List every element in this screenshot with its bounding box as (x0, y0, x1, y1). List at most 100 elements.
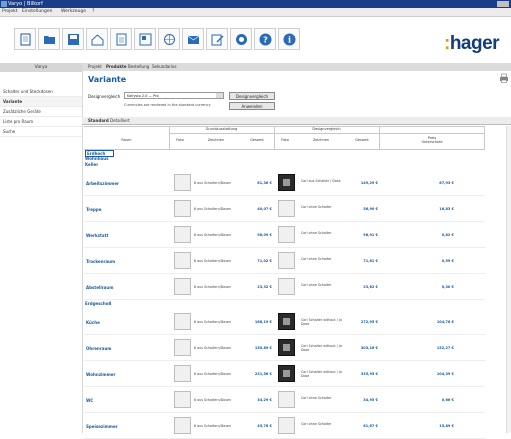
section-title: Erdgeschoß (85, 301, 112, 306)
product-description: 6 aus Schaltern/Dosen (194, 285, 232, 289)
tab-bestellung[interactable]: Bestellung (128, 64, 149, 69)
design-photo[interactable] (278, 365, 295, 382)
svg-text:i: i (288, 35, 291, 45)
product-photo[interactable] (174, 200, 191, 217)
price-difference: 15,89 € (439, 424, 454, 428)
col-foto-1: Foto (176, 138, 184, 142)
total-value: 81,36 € (257, 181, 272, 185)
new-document-icon[interactable] (14, 28, 36, 50)
design-photo[interactable] (278, 391, 295, 408)
title-bar: Varyo | Bilkorf (0, 0, 511, 8)
design-total-value: 71,61 € (363, 259, 378, 263)
design-total-value: 335,95 € (360, 372, 378, 376)
price-difference: 67,93 € (439, 181, 454, 185)
window-title: Varyo | Bilkorf (8, 1, 43, 7)
menu-help[interactable]: ? (92, 9, 94, 14)
tab-produkte[interactable]: Produkte (106, 64, 127, 69)
design-total-value: 98,91 € (363, 233, 378, 237)
sidebar-item-suche[interactable]: Suche (0, 127, 82, 137)
col-raum: Raum (121, 138, 132, 142)
hager-logo: :hager (444, 33, 500, 54)
search-globe-icon[interactable] (230, 28, 252, 50)
col-gesamt-1: Gesamt (250, 138, 264, 142)
sidebar-item-zusatz[interactable]: Zusätzliche Geräte (0, 107, 82, 117)
design-photo[interactable] (278, 313, 295, 330)
design-photo[interactable] (278, 226, 295, 243)
room-name[interactable]: Ohrenraum (86, 346, 166, 351)
menu-projekt[interactable]: Projekt (2, 9, 18, 14)
product-photo[interactable] (174, 391, 191, 408)
room-name[interactable]: Küche (86, 320, 166, 325)
price-difference: 0,30 € (441, 285, 454, 289)
design-description: Corl ohne Schalter (301, 257, 332, 261)
design-compare-button[interactable]: Designvergleich (229, 92, 275, 100)
email-icon[interactable] (182, 28, 204, 50)
room-name[interactable]: Abstellraum (86, 285, 166, 290)
room-name[interactable]: Werkstatt (86, 233, 166, 238)
design-total-value: 61,67 € (363, 424, 378, 428)
design-photo[interactable] (278, 417, 295, 434)
product-photo[interactable] (174, 226, 191, 243)
design-compare-label: Designvergleich (88, 94, 121, 99)
product-photo[interactable] (174, 174, 191, 191)
design-description: Corl ohne Schalter (301, 205, 332, 209)
main-tabs: Projekt Produkte Bestellung Sekundarios (82, 63, 511, 71)
app-icon (1, 1, 7, 7)
col-foto-2: Foto (281, 138, 289, 142)
product-description: 6 aus Schaltern/Dosen (194, 259, 232, 263)
product-photo[interactable] (174, 365, 191, 382)
open-folder-icon[interactable] (38, 28, 60, 50)
total-value: 40,07 € (257, 207, 272, 211)
tab-projekt[interactable]: Projekt (88, 64, 102, 69)
sidebar-item-schalter[interactable]: Schalter und Steckdosen (0, 87, 82, 97)
product-photo[interactable] (174, 417, 191, 434)
total-value: 168,19 € (254, 320, 272, 324)
window-controls[interactable] (497, 1, 509, 7)
room-name[interactable]: Treppe (86, 207, 166, 212)
network-icon[interactable] (158, 28, 180, 50)
price-difference: 0,66 € (441, 398, 454, 402)
product-photo[interactable] (174, 313, 191, 330)
tab-detailliert[interactable]: Detailliert (110, 118, 130, 123)
price-difference: 152,27 € (436, 346, 454, 350)
comparison-table: Grundausstattung Designvergleich Raum Fo… (84, 126, 485, 439)
product-photo[interactable] (174, 278, 191, 295)
design-description: Corl Schalter without / Jo Dose (301, 318, 342, 326)
design-description: Corl aus Schalter / Dose (301, 179, 341, 183)
menu-werkzeuge[interactable]: Werkzeuge (61, 9, 86, 14)
total-value: 45,78 € (257, 424, 272, 428)
total-value: 231,56 € (254, 372, 272, 376)
design-photo[interactable] (278, 252, 295, 269)
design-photo[interactable] (278, 174, 295, 191)
product-photo[interactable] (174, 252, 191, 269)
section-title: Wohnhaus (85, 156, 109, 161)
design-photo[interactable] (278, 339, 295, 356)
product-photo[interactable] (174, 339, 191, 356)
menu-einstellungen[interactable]: Einstellungen (22, 9, 53, 14)
save-icon[interactable] (62, 28, 84, 50)
tab-standard[interactable]: Standard (88, 118, 109, 123)
chevron-down-icon[interactable] (216, 93, 223, 98)
help-icon[interactable]: ? (254, 28, 276, 50)
apply-button[interactable]: Anwenden (229, 102, 275, 110)
sidebar-item-variante[interactable]: Variante (0, 97, 82, 107)
room-name[interactable]: WC (86, 398, 166, 403)
print-icon[interactable] (499, 73, 509, 83)
design-select[interactable]: Kallysto 2.0 — Pro (124, 92, 224, 99)
edit-icon[interactable] (206, 28, 228, 50)
room-name[interactable]: Speisezimmer (86, 424, 166, 429)
layout-icon[interactable] (134, 28, 156, 50)
room-name[interactable]: Trockenraum (86, 259, 166, 264)
room-name[interactable]: Arbeitszimmer (86, 181, 166, 186)
vertical-scrollbar[interactable] (506, 126, 511, 433)
section-title: Keller (85, 162, 99, 167)
tab-sekundarios[interactable]: Sekundarios (152, 64, 177, 69)
design-photo[interactable] (278, 200, 295, 217)
info-icon[interactable]: i (278, 28, 300, 50)
room-name[interactable]: Wohnzimmer (86, 372, 166, 377)
design-photo[interactable] (278, 278, 295, 295)
sidebar-item-liste[interactable]: Liste pro Raum (0, 117, 82, 127)
price-difference: 0,59 € (441, 259, 454, 263)
home-icon[interactable] (86, 28, 108, 50)
clipboard-icon[interactable] (110, 28, 132, 50)
